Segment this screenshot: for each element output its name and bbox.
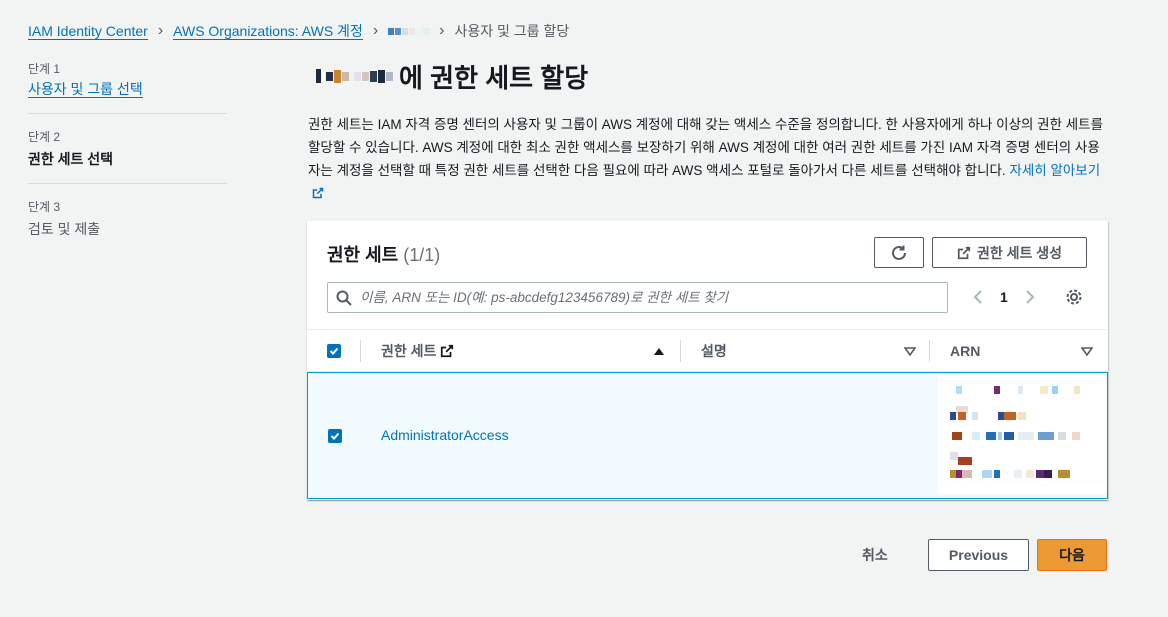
step-2: 단계 2 권한 세트 선택 (28, 128, 227, 184)
step-number: 단계 2 (28, 130, 61, 144)
redacted-arn (938, 375, 1106, 494)
sort-caret-down-icon[interactable] (904, 330, 916, 371)
select-all-checkbox[interactable] (327, 330, 341, 371)
chevron-left-icon[interactable] (972, 289, 984, 305)
page-title: 에 권한 세트 할당 (316, 59, 588, 93)
step-review: 검토 및 제출 (28, 221, 101, 237)
permission-sets-panel: 권한 세트 (1/1) 권한 세트 생성 1 권한 세트 설명 (307, 221, 1108, 500)
learn-more-label: 자세히 알아보기 (1009, 163, 1101, 178)
column-divider (360, 340, 361, 362)
sort-ascending-icon[interactable] (653, 330, 665, 371)
redacted-account-name (316, 69, 393, 83)
checkbox-checked (327, 343, 341, 358)
search-box (327, 282, 948, 313)
breadcrumb: IAM Identity Center › AWS Organizations:… (28, 20, 569, 42)
step-current-permission-sets: 권한 세트 선택 (28, 151, 114, 167)
permission-set-name-link[interactable]: AdministratorAccess (381, 427, 509, 443)
description-text: 권한 세트는 IAM 자격 증명 센터의 사용자 및 그룹이 AWS 계정에 대… (308, 117, 1104, 178)
page-description: 권한 세트는 IAM 자격 증명 센터의 사용자 및 그룹이 AWS 계정에 대… (308, 113, 1108, 205)
step-1: 단계 1 사용자 및 그룹 선택 (28, 60, 227, 114)
step-link-select-users[interactable]: 사용자 및 그룹 선택 (28, 81, 143, 98)
panel-count: (1/1) (403, 245, 441, 265)
chevron-right-icon[interactable] (1024, 289, 1036, 305)
gear-icon[interactable] (1065, 288, 1083, 306)
breadcrumb-aws-organizations[interactable]: AWS Organizations: AWS 계정 (173, 23, 363, 40)
next-button[interactable]: 다음 (1037, 539, 1107, 571)
column-header-description[interactable]: 설명 (701, 330, 727, 371)
cancel-button[interactable]: 취소 (862, 543, 888, 567)
page-number[interactable]: 1 (1000, 289, 1008, 305)
panel-title-text: 권한 세트 (327, 245, 399, 265)
sort-caret-down-icon[interactable] (1081, 330, 1093, 371)
check-icon (330, 432, 340, 440)
column-label: 설명 (701, 342, 727, 359)
previous-button[interactable]: Previous (928, 539, 1029, 571)
refresh-icon (892, 245, 906, 260)
column-divider (929, 340, 930, 362)
page-title-text: 에 권한 세트 할당 (399, 62, 589, 93)
external-link-icon (957, 246, 971, 259)
column-divider (680, 340, 681, 362)
column-label: 권한 세트 (381, 342, 437, 359)
step-number: 단계 3 (28, 200, 61, 214)
step-3: 단계 3 검토 및 제출 (28, 198, 227, 253)
refresh-button[interactable] (874, 237, 924, 268)
chevron-right-icon: › (439, 22, 445, 39)
row-checkbox[interactable] (328, 429, 342, 443)
chevron-right-icon: › (372, 22, 379, 39)
create-permission-set-label: 권한 세트 생성 (976, 244, 1063, 261)
table-row[interactable]: AdministratorAccess (307, 372, 1108, 499)
column-label: ARN (950, 342, 981, 359)
column-header-permission-set[interactable]: 권한 세트 (381, 330, 454, 371)
search-icon (336, 290, 352, 306)
external-link-icon (312, 187, 324, 199)
breadcrumb-iam-identity-center[interactable]: IAM Identity Center (28, 23, 148, 40)
table-header: 권한 세트 설명 ARN (307, 329, 1108, 372)
external-link-icon (441, 344, 454, 357)
panel-title: 권한 세트 (1/1) (327, 241, 440, 267)
pagination: 1 (972, 285, 1036, 309)
chevron-right-icon: › (157, 22, 164, 39)
search-input[interactable] (360, 290, 940, 305)
create-permission-set-button[interactable]: 권한 세트 생성 (932, 237, 1087, 268)
column-header-arn[interactable]: ARN (950, 330, 980, 371)
wizard-steps: 단계 1 사용자 및 그룹 선택 단계 2 권한 세트 선택 단계 3 검토 및… (28, 60, 227, 267)
step-number: 단계 1 (28, 62, 61, 76)
check-icon (329, 347, 339, 355)
redacted-account-name[interactable] (388, 27, 430, 35)
breadcrumb-current: 사용자 및 그룹 할당 (454, 23, 570, 39)
